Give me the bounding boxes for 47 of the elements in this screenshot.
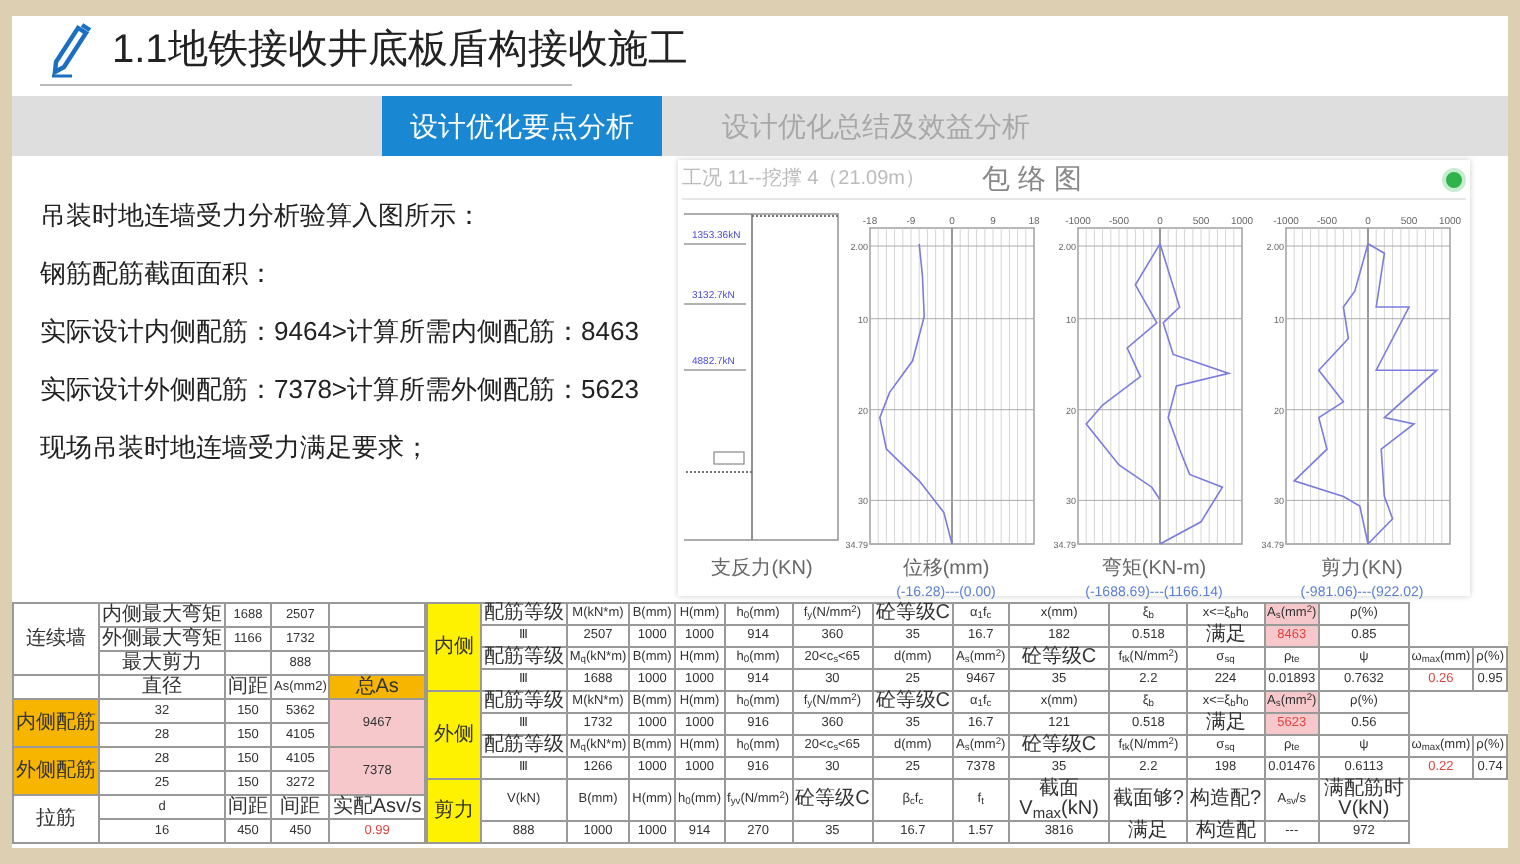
table-cell: 满足 xyxy=(1186,713,1265,735)
table-cell: 间距 xyxy=(225,795,271,819)
axis-label: 支反力(KN) xyxy=(711,555,813,584)
table-cell: 配筋等级 xyxy=(480,603,567,625)
table-cell: 砼等级C xyxy=(1008,647,1110,669)
table-cell: 实配Asv/s xyxy=(329,795,425,819)
table-cell: 配筋等级 xyxy=(480,691,567,713)
axis-label: 弯矩(KN-m) xyxy=(1101,555,1207,584)
paragraph: 实际设计内侧配筋：9464>计算所需内侧配筋：8463 xyxy=(40,314,641,350)
table-cell: 砼等级C xyxy=(872,691,954,713)
table-cell: 配筋等级 xyxy=(480,647,567,669)
axis-label: 剪力(KN) xyxy=(1321,555,1403,584)
table-cell: 间距 xyxy=(225,675,271,699)
figure-title: 包 络 图 xyxy=(982,160,1082,198)
table-cell: 构造配 xyxy=(1186,821,1265,843)
table-cell: 截面V$_{max}$(kN) xyxy=(1008,779,1110,821)
paragraph: 实际设计外侧配筋：7378>计算所需外侧配筋：5623 xyxy=(40,372,641,408)
table-cell: 总As xyxy=(329,675,425,699)
section-label: 剪力 xyxy=(426,779,481,843)
figure-caption: 工况 11--挖撑 4（21.09m） xyxy=(682,165,928,194)
table-cell: 直径 xyxy=(99,675,225,699)
paragraph: 钢筋配筋截面面积： xyxy=(40,256,276,292)
table-cell: 内侧配筋 xyxy=(13,699,99,747)
tab[interactable]: 设计优化要点分析 xyxy=(382,96,662,156)
table-cell: 连续墙 xyxy=(13,603,99,675)
table-cell: 满足 xyxy=(1109,821,1187,843)
table-cell: 满足 xyxy=(1186,625,1265,647)
section-label: 内侧 xyxy=(426,603,481,691)
pencil-icon xyxy=(48,22,96,78)
table-cell: 拉筋 xyxy=(13,795,99,843)
table-cell: 砼等级C xyxy=(872,603,954,625)
page-title: 1.1地铁接收井底板盾构接收施工 xyxy=(112,26,688,76)
section-label: 外侧 xyxy=(426,691,481,779)
paragraph: 吊装时地连墙受力分析验算入图所示： xyxy=(40,198,484,234)
table-cell: 间距 xyxy=(271,795,330,819)
table-cell: 最大剪力 xyxy=(99,651,225,675)
table-cell: 内侧最大弯矩 xyxy=(99,603,225,627)
table-cell: 配筋等级 xyxy=(480,735,567,757)
table-cell: 砼等级C xyxy=(792,779,873,821)
table-cell: 外侧最大弯矩 xyxy=(99,627,225,651)
table-cell: 构造配? xyxy=(1186,779,1265,821)
paragraph: 现场吊装时地连墙受力满足要求； xyxy=(40,430,432,466)
table-cell: 砼等级C xyxy=(1008,735,1110,757)
table-cell: 截面够? xyxy=(1109,779,1187,821)
table-cell: 外侧配筋 xyxy=(13,747,99,795)
axis-label: 位移(mm) xyxy=(902,556,990,584)
table-cell: 满配筋时V(kN) xyxy=(1319,779,1409,821)
